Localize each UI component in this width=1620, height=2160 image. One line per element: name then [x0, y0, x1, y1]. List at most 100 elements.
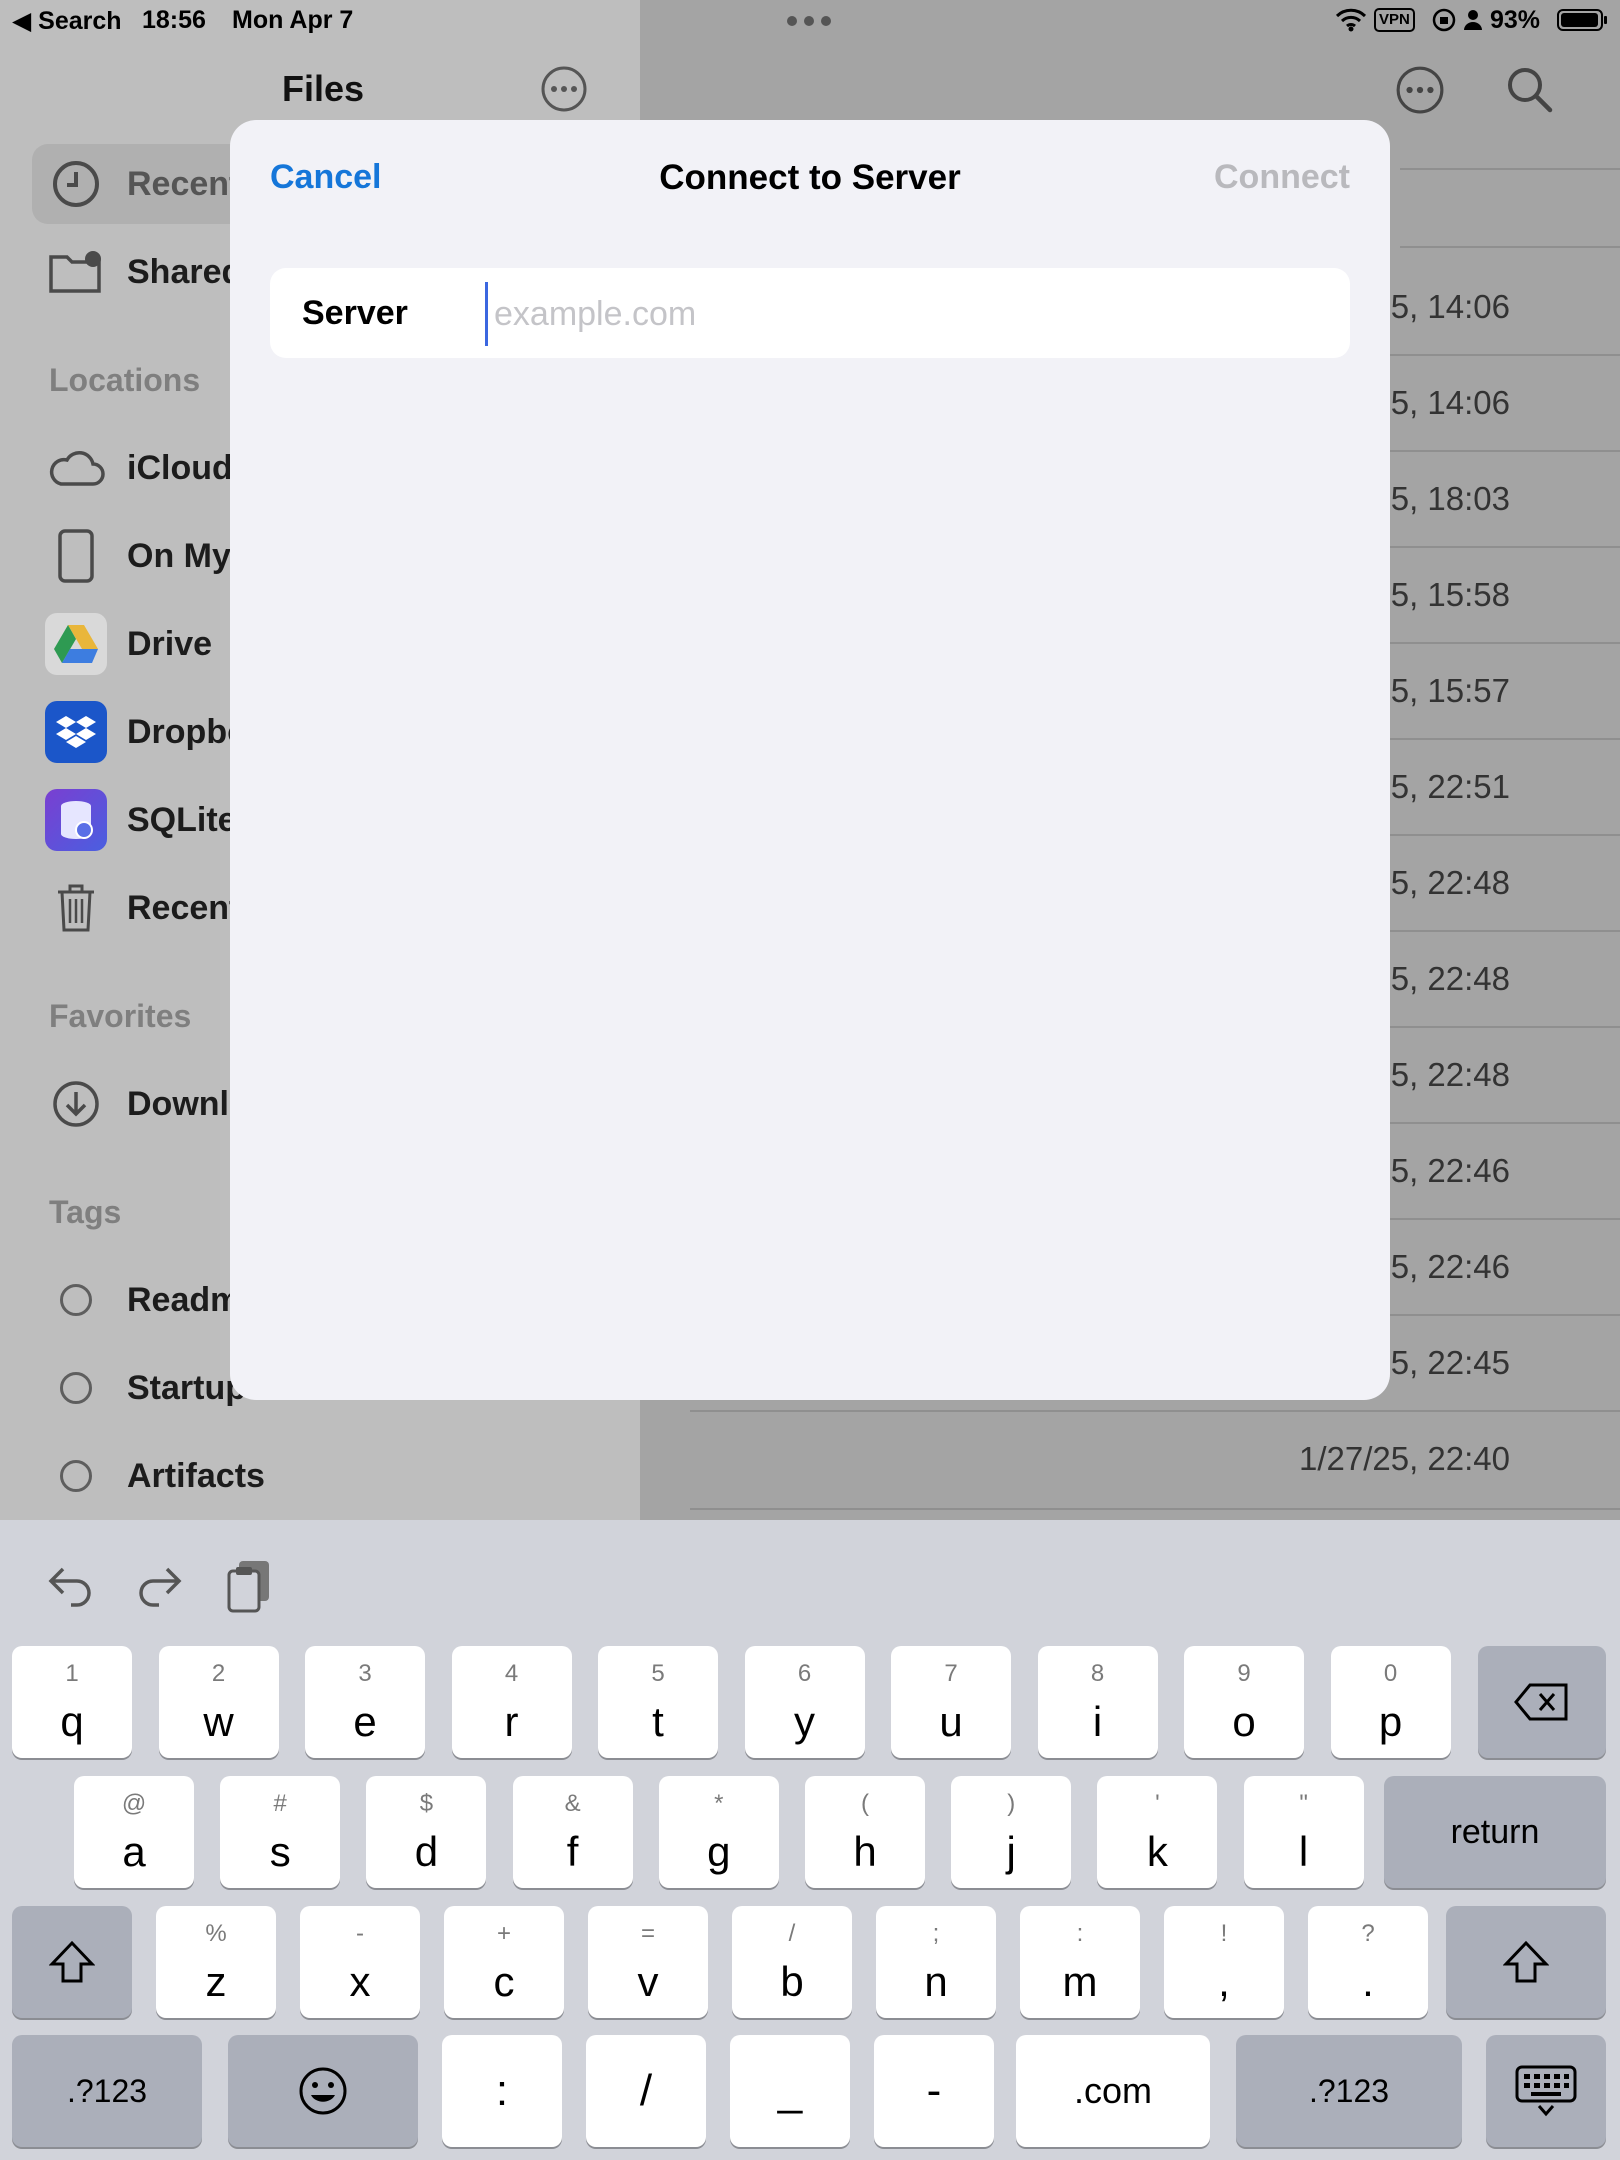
more-options-icon[interactable] — [540, 65, 588, 113]
key-f[interactable]: & f — [512, 1776, 633, 1888]
key-secondary-label: = — [640, 1920, 655, 1947]
redo-icon[interactable] — [125, 1550, 195, 1620]
key-b[interactable]: / b — [732, 1906, 852, 2018]
key-label: m — [1062, 1958, 1098, 2005]
key-label: a — [122, 1828, 146, 1875]
file-row-date[interactable]: 5, 22:48 — [1391, 960, 1510, 998]
numbers-key-left[interactable]: .?123 — [12, 2035, 202, 2147]
key-secondary-label: + — [496, 1920, 511, 1947]
key-label: g — [707, 1828, 731, 1875]
undo-icon[interactable] — [35, 1550, 105, 1620]
multitasking-dots-icon[interactable] — [786, 14, 832, 32]
sidebar-item-on-my-ipad[interactable]: On My — [45, 516, 231, 596]
slash-key[interactable]: / — [586, 2035, 706, 2147]
sidebar-tag-startup[interactable]: Startup — [45, 1348, 246, 1428]
numbers-key-right[interactable]: .?123 — [1236, 2035, 1462, 2147]
key-.[interactable]: ?. — [1308, 1906, 1428, 2018]
underscore-key[interactable]: _ — [730, 2035, 850, 2147]
file-row-date[interactable]: 5, 22:46 — [1391, 1248, 1510, 1286]
key-n[interactable]: ; n — [876, 1906, 996, 2018]
file-row-date[interactable]: 5, 22:48 — [1391, 1056, 1510, 1094]
key-i[interactable]: 8i — [1037, 1646, 1158, 1758]
key-w[interactable]: 2w — [158, 1646, 279, 1758]
file-row-date[interactable]: 5, 15:57 — [1391, 672, 1510, 710]
key-label: z — [205, 1958, 227, 2005]
key-e[interactable]: 3e — [305, 1646, 425, 1758]
key-u[interactable]: 7u — [891, 1646, 1011, 1758]
key-c[interactable]: + c — [444, 1906, 564, 2018]
key-h[interactable]: (h — [805, 1776, 925, 1888]
file-row-date[interactable]: 5, 14:06 — [1391, 288, 1510, 326]
file-row-date[interactable]: 5, 14:06 — [1391, 384, 1510, 422]
more-options-icon[interactable] — [1395, 65, 1445, 115]
key-secondary-label: # — [273, 1790, 287, 1817]
section-locations: Locations — [49, 362, 201, 398]
key-s[interactable]: # s — [220, 1776, 341, 1888]
sidebar-item-drive[interactable]: Drive — [45, 604, 212, 684]
key-label: .?123 — [66, 2072, 148, 2109]
key-k[interactable]: ' k — [1097, 1776, 1218, 1888]
key-label: / — [639, 2066, 653, 2115]
key-v[interactable]: = v — [588, 1906, 708, 2018]
key-secondary-label: ( — [861, 1790, 869, 1817]
dotcom-key[interactable]: .com — [1016, 2035, 1210, 2147]
key-g[interactable]: * g — [658, 1776, 779, 1888]
key-o[interactable]: 9o — [1184, 1646, 1304, 1758]
hide-keyboard-key[interactable] — [1486, 2035, 1606, 2147]
search-icon[interactable] — [1505, 65, 1555, 115]
key-label: .?123 — [1308, 2072, 1390, 2109]
sidebar-tag-readme[interactable]: Readm — [45, 1260, 240, 1340]
key-label: n — [924, 1958, 948, 2005]
sidebar-item-sqlite[interactable]: SQLite — [45, 780, 237, 860]
key-secondary-label: 4 — [504, 1660, 519, 1687]
key-secondary-label: ) — [1007, 1790, 1016, 1817]
emoji-key[interactable] — [228, 2035, 418, 2147]
key-q[interactable]: 1q — [12, 1646, 132, 1758]
sidebar-item-icloud[interactable]: iCloud — [45, 428, 233, 508]
server-input[interactable] — [485, 282, 1316, 346]
shift-icon — [1446, 1906, 1606, 2018]
key-secondary-label: 3 — [358, 1660, 372, 1687]
key-m[interactable]: :m — [1020, 1906, 1140, 2018]
dash-key[interactable]: - — [874, 2035, 994, 2147]
file-row-date[interactable]: 5, 22:48 — [1391, 864, 1510, 902]
key-label: j — [1006, 1828, 1016, 1875]
file-row-date[interactable]: 5, 22:46 — [1391, 1152, 1510, 1190]
file-row-date[interactable]: 1/27/25, 22:40 — [1299, 1440, 1510, 1478]
key-y[interactable]: 6y — [744, 1646, 865, 1758]
key-secondary-label: - — [356, 1920, 364, 1947]
paste-icon[interactable] — [215, 1550, 285, 1620]
file-row-date[interactable]: 5, 15:58 — [1391, 576, 1510, 614]
key-p[interactable]: 0p — [1330, 1646, 1451, 1758]
shift-key-right[interactable] — [1446, 1906, 1606, 2018]
sidebar-item-dropbox[interactable]: Dropbo — [45, 692, 248, 772]
key-r[interactable]: 4r — [451, 1646, 572, 1758]
key-j[interactable]: ) j — [951, 1776, 1072, 1888]
key-a[interactable]: @ a — [74, 1776, 194, 1888]
status-back-app[interactable]: ◀ Search — [12, 6, 122, 36]
key-label: h — [853, 1828, 877, 1875]
file-row-date[interactable]: 5, 22:45 — [1391, 1344, 1510, 1382]
connect-button[interactable]: Connect — [1214, 158, 1350, 197]
section-favorites: Favorites — [49, 998, 192, 1034]
tag-circle-icon — [45, 1445, 107, 1507]
file-row-date[interactable]: 5, 22:51 — [1391, 768, 1510, 806]
key-,[interactable]: !, — [1164, 1906, 1284, 2018]
delete-key[interactable] — [1478, 1646, 1606, 1758]
key-x[interactable]: -x — [300, 1906, 420, 2018]
key-t[interactable]: 5t — [598, 1646, 718, 1758]
shift-key-left[interactable] — [12, 1906, 132, 2018]
key-label: e — [353, 1698, 377, 1745]
return-key[interactable]: return — [1384, 1776, 1606, 1888]
sidebar-item-downloads[interactable]: Downlo — [45, 1064, 250, 1144]
sidebar-item-recently-deleted[interactable]: Recent — [45, 868, 240, 948]
colon-key[interactable]: : — [442, 2035, 562, 2147]
sidebar-item-shared[interactable]: Shared — [45, 232, 242, 312]
file-row-date[interactable]: 5, 18:03 — [1391, 480, 1510, 518]
key-z[interactable]: % z — [156, 1906, 276, 2018]
key-label: r — [504, 1698, 519, 1745]
key-l[interactable]: " l — [1243, 1776, 1364, 1888]
server-field-row: Server — [270, 268, 1350, 358]
sidebar-tag-artifacts[interactable]: Artifacts — [45, 1436, 265, 1516]
key-d[interactable]: $ d — [366, 1776, 487, 1888]
